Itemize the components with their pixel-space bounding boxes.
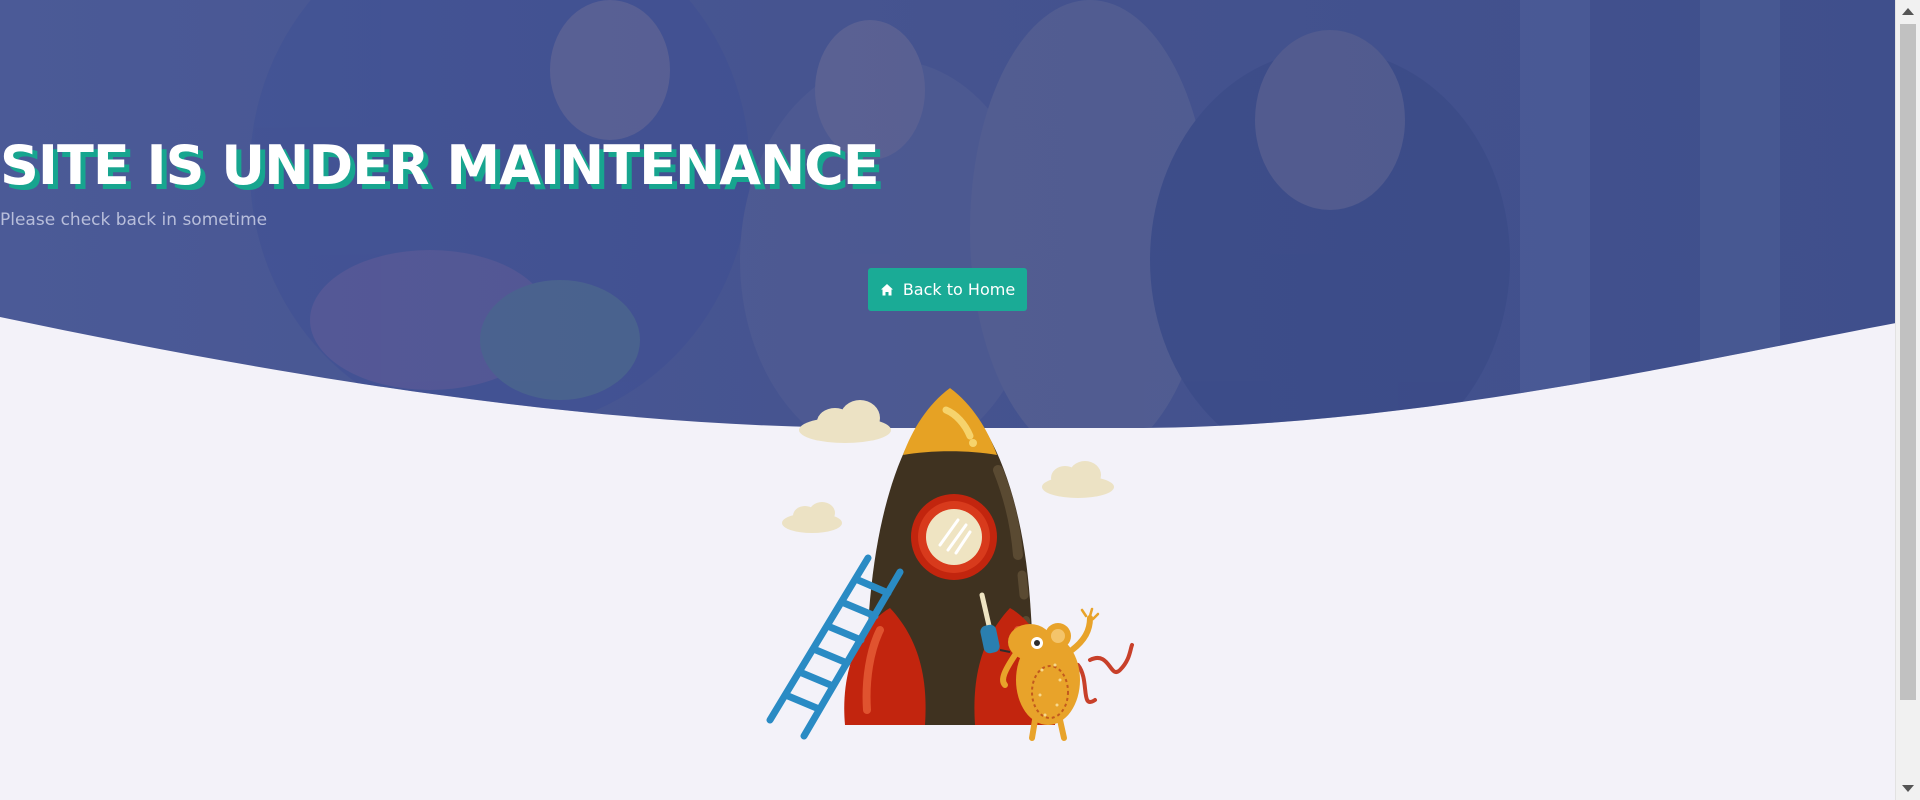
scroll-down-arrow-icon[interactable] bbox=[1902, 785, 1914, 792]
page-scrollbar[interactable] bbox=[1895, 0, 1920, 800]
hero-section: SITE IS UNDER MAINTENANCE Please check b… bbox=[0, 0, 1896, 430]
cloud-icon bbox=[799, 400, 891, 443]
home-icon bbox=[880, 283, 894, 297]
back-to-home-label: Back to Home bbox=[902, 280, 1016, 299]
scrollbar-thumb[interactable] bbox=[1900, 24, 1916, 700]
page-title: SITE IS UNDER MAINTENANCE bbox=[0, 134, 880, 197]
scroll-up-arrow-icon[interactable] bbox=[1902, 8, 1914, 15]
rocket-illustration bbox=[760, 380, 1140, 750]
page-subtitle: Please check back in sometime bbox=[0, 210, 268, 230]
maintenance-page: SITE IS UNDER MAINTENANCE Please check b… bbox=[0, 0, 1920, 800]
back-to-home-button[interactable]: Back to Home bbox=[868, 268, 1027, 311]
